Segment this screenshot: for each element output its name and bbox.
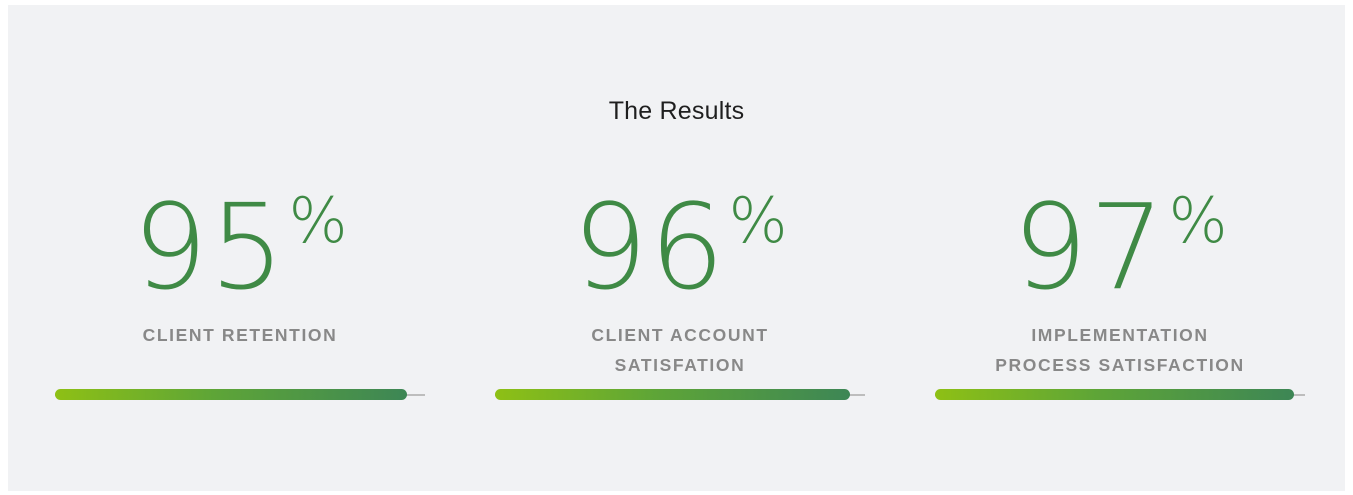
stat-label: CLIENT ACCOUNT SATISFATION [495,320,865,380]
stat-client-retention: 95% CLIENT RETENTION [55,0,425,495]
stat-number: 97 [1012,178,1167,316]
progress-fill [55,389,407,400]
stat-label-line: CLIENT ACCOUNT [591,325,769,345]
stat-label-line: IMPLEMENTATION [1031,325,1209,345]
stat-value: 96% [495,188,865,306]
stat-number: 96 [572,178,727,316]
percent-sign: % [288,184,348,257]
stat-label-line: PROCESS SATISFACTION [995,355,1245,375]
stat-label-line: SATISFATION [614,355,746,375]
percent-sign: % [1168,184,1228,257]
stat-client-account-satisfaction: 96% CLIENT ACCOUNT SATISFATION [495,0,865,495]
stat-implementation-process-satisfaction: 97% IMPLEMENTATION PROCESS SATISFACTION [935,0,1305,495]
progress-fill [495,389,851,400]
stat-value: 97% [935,188,1305,306]
stat-label: CLIENT RETENTION [55,320,425,350]
progress-track [935,389,1305,400]
stat-label-line: CLIENT RETENTION [142,325,338,345]
stat-number: 95 [132,178,287,316]
stat-label: IMPLEMENTATION PROCESS SATISFACTION [935,320,1305,380]
percent-sign: % [728,184,788,257]
stat-value: 95% [55,188,425,306]
progress-track [55,389,425,400]
progress-fill [935,389,1294,400]
progress-track [495,389,865,400]
